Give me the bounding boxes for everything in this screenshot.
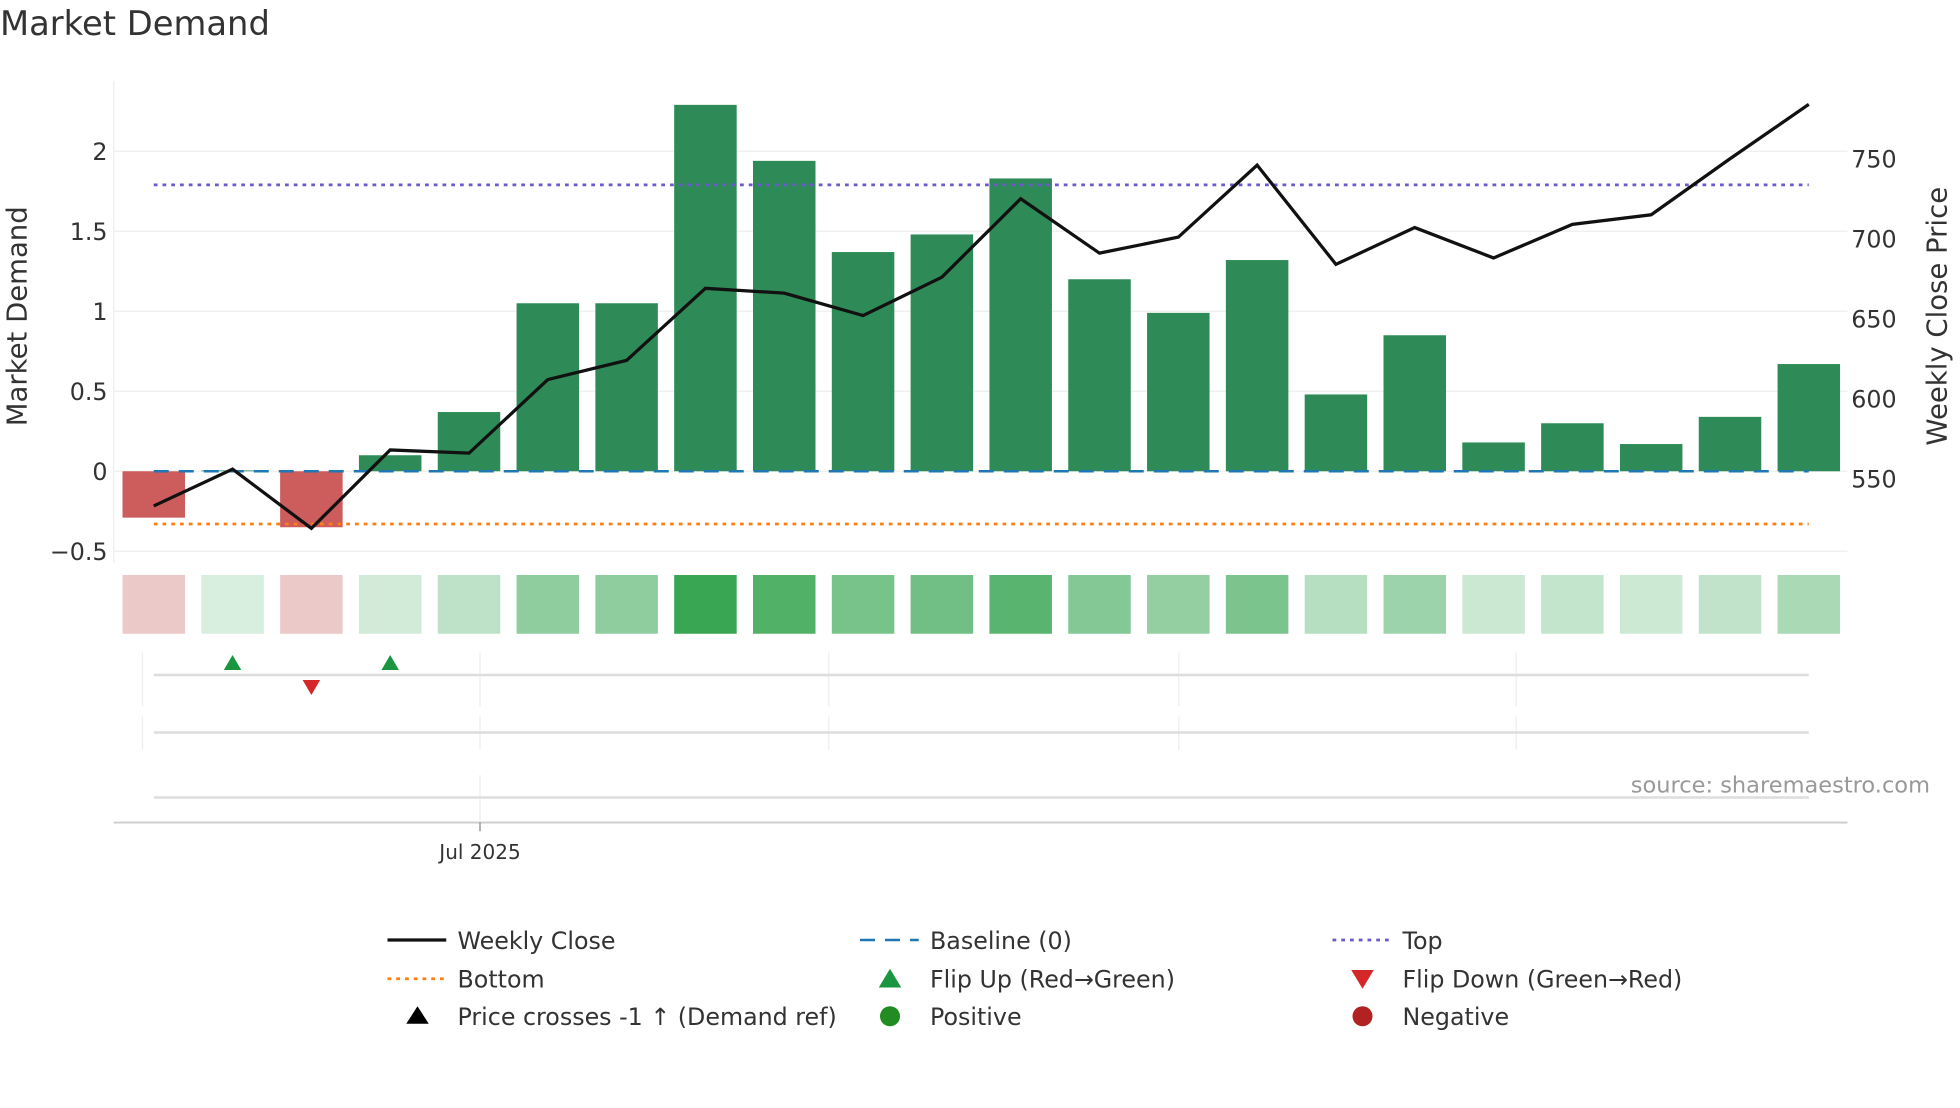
heatmap-cell	[910, 575, 974, 634]
demand-bar	[280, 471, 343, 528]
y2-axis-label: Weekly Close Price	[1921, 187, 1953, 446]
heatmap-cell	[1225, 575, 1289, 634]
legend-label: Negative	[1403, 1003, 1510, 1031]
demand-bar	[753, 160, 816, 472]
heatmap-cell	[1462, 575, 1525, 634]
demand-bar	[1304, 394, 1368, 472]
demand-bar	[1225, 260, 1289, 472]
heatmap-cell	[595, 575, 658, 634]
x-tick-label: Jul 2025	[437, 840, 520, 864]
y2-tick-label: 750	[1851, 146, 1896, 174]
legend-flip-up-icon	[878, 968, 902, 988]
demand-bar	[1698, 416, 1762, 472]
legend-price-cross-icon	[406, 1006, 429, 1024]
legend-label: Top	[1402, 927, 1443, 955]
legend-label: Price crosses -1 ↑ (Demand ref)	[458, 1003, 837, 1031]
legend-label: Flip Up (Red→Green)	[930, 966, 1175, 994]
chart-svg: −0.5 0 0.5 1 1.5 2 550 600 650 700 750 Market Deman…	[1, 81, 1953, 1031]
y2-tick-label: 550	[1851, 466, 1896, 494]
y-axis-label: Market Demand	[1, 206, 33, 426]
chart-container: Market Demand −0.5 0 0.5 1 1.5 2 550 600 650 700 7…	[0, 0, 1960, 1103]
heatmap-cell	[1068, 575, 1131, 634]
legend-label: Weekly Close	[458, 927, 616, 955]
flip-up-marker	[223, 655, 242, 670]
heatmap-cell	[437, 575, 501, 634]
legend-label: Bottom	[458, 966, 545, 994]
heatmap-cell	[1383, 575, 1446, 634]
demand-bar	[1541, 423, 1604, 472]
heatmap-cell	[989, 575, 1052, 634]
heatmap-cell	[1541, 575, 1604, 634]
heatmap-cell	[1777, 575, 1841, 634]
y-tick-label: 2	[92, 138, 107, 166]
demand-bar	[1147, 312, 1210, 472]
y-tick-label: −0.5	[50, 538, 108, 566]
y-tick-label: 0.5	[70, 378, 108, 406]
heatmap-cell	[516, 575, 580, 634]
heatmap-cell	[280, 575, 343, 634]
demand-bar	[1777, 364, 1841, 472]
heatmap-cell	[674, 575, 737, 634]
y2-tick-label: 600	[1851, 386, 1896, 414]
y2-tick-label: 700	[1851, 226, 1896, 254]
heatmap-cell	[753, 575, 816, 634]
heatmap-cell	[1619, 575, 1683, 634]
legend-label: Flip Down (Green→Red)	[1403, 966, 1683, 994]
demand-bar	[358, 455, 422, 472]
demand-bar	[595, 303, 658, 472]
legend-label: Baseline (0)	[930, 927, 1072, 955]
demand-bar	[1619, 444, 1683, 472]
heatmap-cell	[358, 575, 422, 634]
legend-negative-icon	[1352, 1006, 1373, 1027]
legend-flip-down-icon	[1351, 970, 1374, 989]
chart-title: Market Demand	[0, 5, 270, 44]
heatmap-cell	[1698, 575, 1762, 634]
demand-bar	[831, 252, 895, 472]
demand-bar	[1383, 335, 1446, 472]
demand-bar	[1462, 442, 1525, 472]
legend-positive-icon	[880, 1006, 900, 1027]
demand-bar	[437, 412, 501, 472]
y-tick-label: 0	[92, 458, 107, 486]
heatmap-cell	[201, 575, 264, 634]
flip-down-marker	[302, 680, 321, 695]
demand-bar	[1068, 279, 1131, 472]
heatmap-cell	[1304, 575, 1368, 634]
heatmap-cell	[1147, 575, 1210, 634]
legend-label: Positive	[930, 1003, 1022, 1031]
demand-bar	[516, 303, 580, 472]
flip-up-marker	[381, 655, 399, 670]
source-label: source: sharemaestro.com	[1631, 773, 1930, 799]
y-tick-label: 1	[92, 298, 107, 326]
y-tick-label: 1.5	[70, 218, 108, 246]
heatmap-cell	[831, 575, 895, 634]
demand-bar	[910, 234, 974, 472]
y2-tick-label: 650	[1851, 306, 1896, 334]
heatmap-cell	[122, 575, 185, 634]
